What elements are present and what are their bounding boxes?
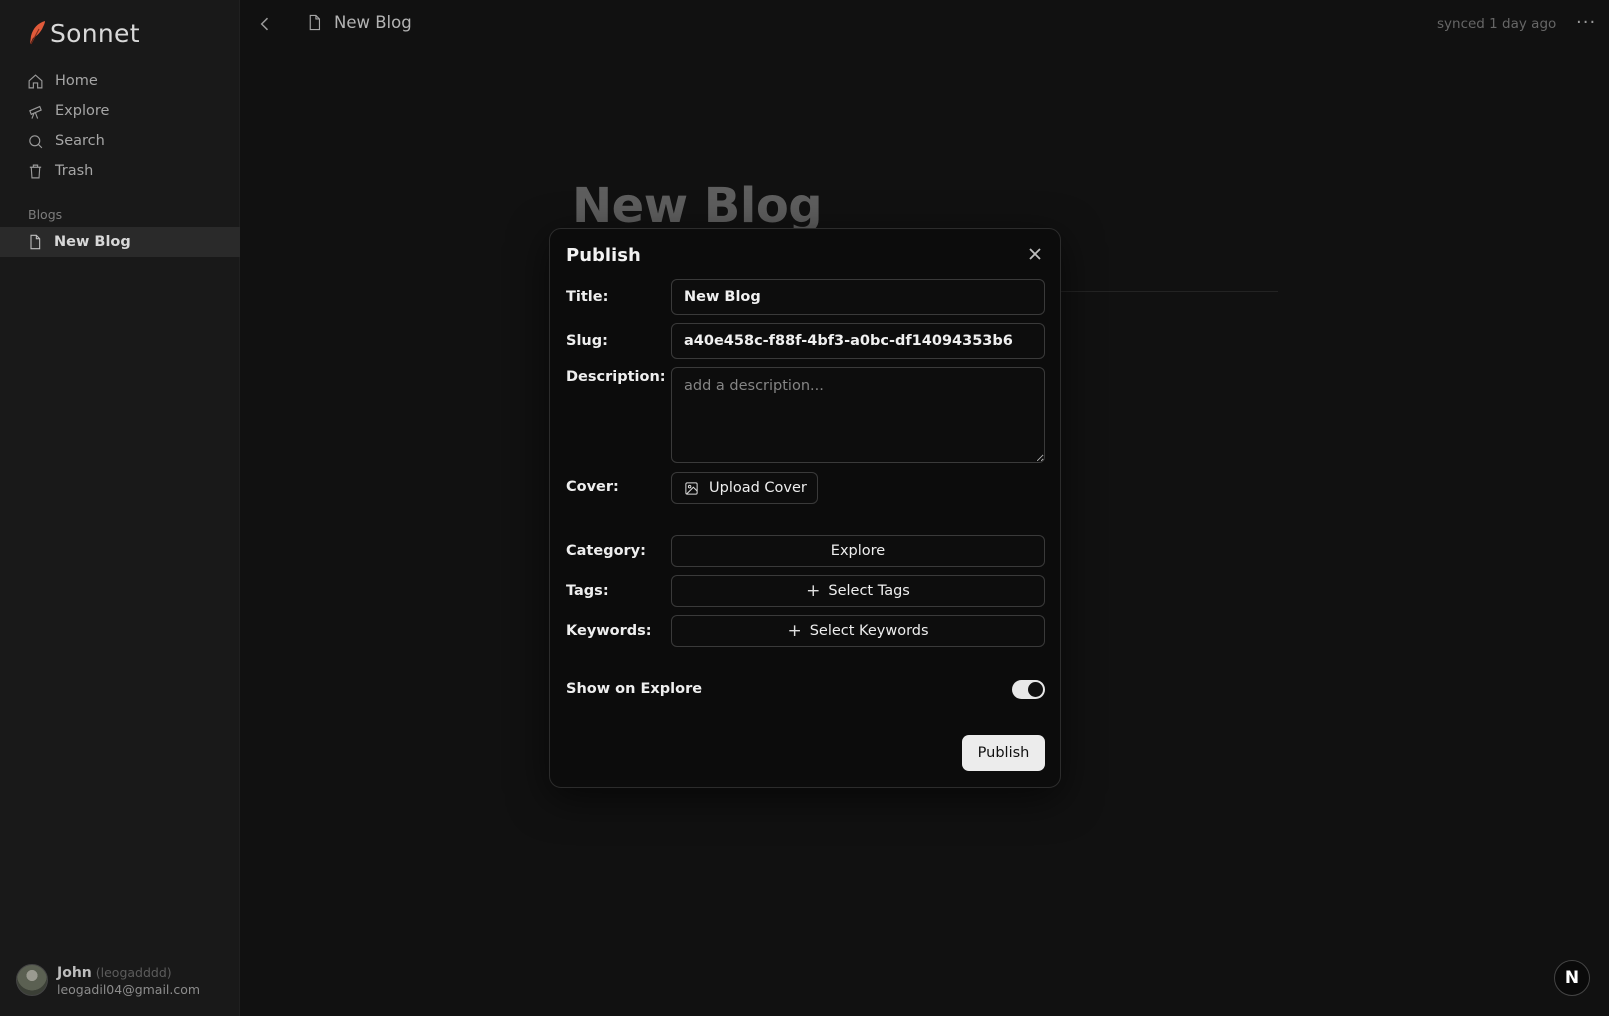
blogs-section-label: Blogs xyxy=(28,207,63,222)
brand-logo[interactable]: Sonnet xyxy=(28,16,140,50)
title-input[interactable] xyxy=(671,279,1045,315)
category-value: Explore xyxy=(830,543,886,559)
sidebar-item-label: Search xyxy=(55,133,105,149)
next-badge[interactable]: N xyxy=(1554,960,1590,996)
sync-status: synced 1 day ago xyxy=(1437,16,1557,32)
divider xyxy=(1060,291,1278,292)
image-icon xyxy=(685,481,698,495)
plus-icon: + xyxy=(806,580,821,601)
description-label: Description: xyxy=(566,369,666,385)
show-on-explore-label: Show on Explore xyxy=(566,681,703,697)
trash-icon xyxy=(29,164,42,178)
sidebar-item-label: Home xyxy=(55,73,98,89)
description-input[interactable] xyxy=(671,367,1045,463)
user-name: John xyxy=(57,965,92,981)
feather-icon xyxy=(30,21,45,45)
sidebar-nav: Home Explore Search Trash xyxy=(0,66,240,186)
breadcrumb[interactable]: New Blog xyxy=(306,13,412,32)
select-tags-button[interactable]: + Select Tags xyxy=(671,575,1045,607)
search-icon xyxy=(29,134,43,148)
user-info: John (leogadddd) leogadil04@gmail.com xyxy=(57,962,200,997)
sidebar-item-new-blog[interactable]: New Blog xyxy=(0,227,240,257)
publish-button[interactable]: Publish xyxy=(962,735,1045,771)
sidebar: Sonnet Home Explore Search Trash Blogs N… xyxy=(0,0,240,1016)
file-icon xyxy=(30,234,41,250)
sidebar-item-home[interactable]: Home xyxy=(0,66,240,96)
close-icon xyxy=(1029,248,1041,260)
dialog-title: Publish xyxy=(566,245,641,266)
user-profile[interactable]: John (leogadddd) leogadil04@gmail.com xyxy=(16,962,200,997)
back-button[interactable] xyxy=(255,14,275,34)
file-icon xyxy=(309,14,321,31)
slug-label: Slug: xyxy=(566,333,608,349)
toggle-knob xyxy=(1028,682,1043,697)
brand-name: Sonnet xyxy=(50,18,140,48)
upload-cover-button[interactable]: Upload Cover xyxy=(671,472,818,504)
sidebar-item-trash[interactable]: Trash xyxy=(0,156,240,186)
show-on-explore-toggle[interactable] xyxy=(1012,680,1045,699)
select-keywords-button[interactable]: + Select Keywords xyxy=(671,615,1045,647)
select-keywords-label: Select Keywords xyxy=(809,623,929,639)
category-label: Category: xyxy=(566,543,646,559)
title-label: Title: xyxy=(566,289,609,305)
sidebar-item-label: Explore xyxy=(55,103,110,119)
upload-cover-label: Upload Cover xyxy=(709,480,807,496)
plus-icon: + xyxy=(787,620,802,641)
user-handle: (leogadddd) xyxy=(95,965,172,980)
app-root: Sonnet Home Explore Search Trash Blogs N… xyxy=(0,0,1609,1016)
sidebar-item-explore[interactable]: Explore xyxy=(0,96,240,126)
select-tags-label: Select Tags xyxy=(828,583,910,599)
home-icon xyxy=(28,73,43,88)
keywords-label: Keywords: xyxy=(566,623,652,639)
topbar: New Blog synced 1 day ago ··· xyxy=(240,0,1609,48)
breadcrumb-title: New Blog xyxy=(334,13,412,32)
more-options-button[interactable]: ··· xyxy=(1576,12,1596,33)
category-select[interactable]: Explore xyxy=(671,535,1045,567)
tags-label: Tags: xyxy=(566,583,609,599)
avatar xyxy=(16,963,48,996)
telescope-icon xyxy=(29,105,42,119)
user-email: leogadil04@gmail.com xyxy=(57,982,201,997)
page-title[interactable]: New Blog xyxy=(572,178,823,234)
publish-dialog: Publish Title: Slug: Description: Cover:… xyxy=(549,228,1061,788)
sidebar-item-label: New Blog xyxy=(54,234,131,250)
cover-label: Cover: xyxy=(566,479,619,495)
chevron-left-icon xyxy=(260,17,269,31)
close-button[interactable] xyxy=(1027,246,1043,262)
sidebar-item-label: Trash xyxy=(55,163,94,179)
sidebar-item-search[interactable]: Search xyxy=(0,126,240,156)
slug-input[interactable] xyxy=(671,323,1045,359)
